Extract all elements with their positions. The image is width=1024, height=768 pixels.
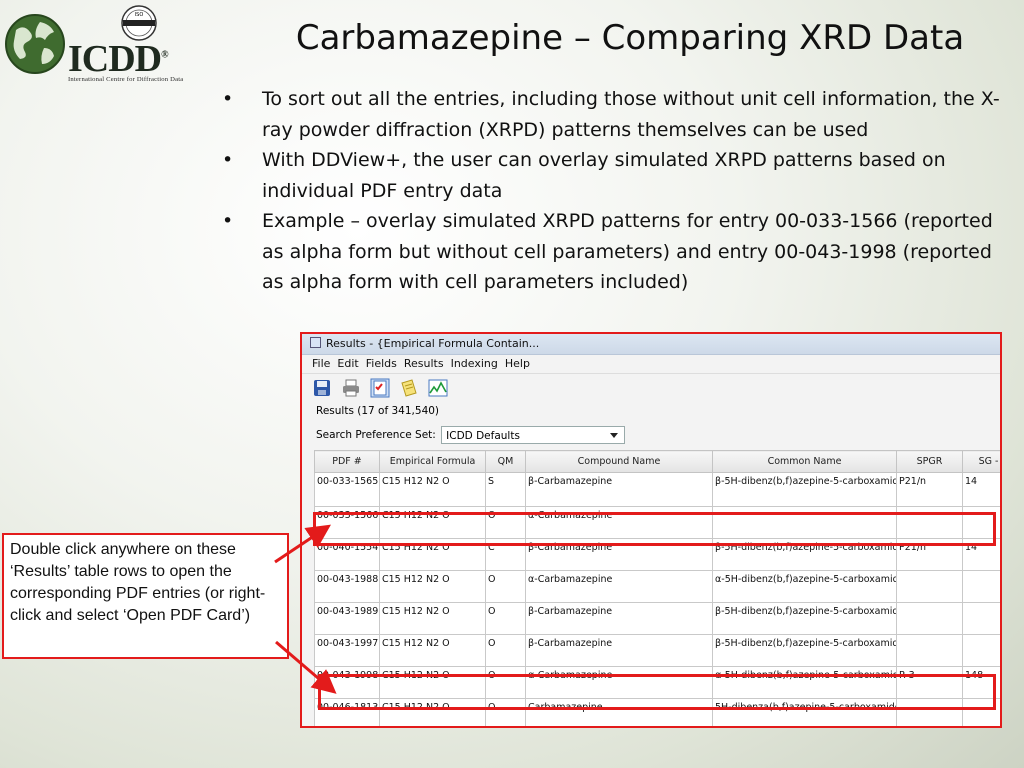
column-header-qm[interactable]: QM	[485, 450, 526, 473]
chevron-down-icon[interactable]	[610, 433, 619, 438]
table-cell: O	[485, 602, 526, 635]
window-app-icon	[310, 337, 321, 348]
menu-help[interactable]: Help	[505, 357, 530, 370]
column-header-common[interactable]: Common Name	[712, 450, 897, 473]
highlight-box-row-1998	[318, 674, 996, 710]
table-cell: β-Carbamazepine	[525, 634, 713, 667]
menu-results[interactable]: Results	[404, 357, 444, 370]
table-cell: α-Carbamazepine	[525, 570, 713, 603]
table-cell: β-Carbamazepine	[525, 602, 713, 635]
table-cell: O	[485, 570, 526, 603]
bullet-item: • To sort out all the entries, including …	[222, 84, 1012, 145]
table-cell: O	[485, 634, 526, 667]
results-count: Results (17 of 341,540)	[302, 402, 1000, 420]
table-header-row: PDF # Empirical Formula QM Compound Name…	[314, 450, 1000, 473]
preference-row: Search Preference Set: ICDD Defaults	[302, 420, 1000, 450]
bullet-marker: •	[222, 210, 234, 232]
table-cell: P21/n	[896, 472, 963, 507]
table-cell	[896, 634, 963, 667]
table-cell	[896, 602, 963, 635]
table-cell: 00-043-1988	[314, 570, 380, 603]
checklist-icon[interactable]	[370, 378, 390, 398]
table-cell: 00-043-1989	[314, 602, 380, 635]
column-header-sg[interactable]: SG -	[962, 450, 1000, 473]
notes-icon[interactable]	[399, 378, 419, 398]
table-cell: β-5H-dibenz(b,f)azepine-5-carboxamide	[712, 472, 897, 507]
menu-file[interactable]: File	[312, 357, 330, 370]
table-cell: β-5H-dibenz(b,f)azepine-5-carboxamide	[712, 602, 897, 635]
save-icon[interactable]	[312, 378, 332, 398]
column-header-compound[interactable]: Compound Name	[525, 450, 713, 473]
bullet-item: • With DDView+, the user can overlay simu…	[222, 145, 1012, 206]
instruction-callout: Double click anywhere on these ‘Results’…	[2, 533, 289, 659]
icdd-logo: ISO ICDD® International Centre for Diffr…	[4, 4, 194, 83]
menu-bar: File Edit Fields Results Indexing Help	[302, 355, 1000, 374]
column-header-formula[interactable]: Empirical Formula	[379, 450, 486, 473]
preference-set-select[interactable]: ICDD Defaults	[441, 426, 626, 444]
table-row[interactable]: 00-033-1565 C15 H12 N2 O Sβ-Carbamazepine β…	[314, 472, 1000, 507]
bullet-marker: •	[222, 149, 234, 171]
svg-text:ISO: ISO	[135, 12, 144, 18]
pattern-graph-icon[interactable]	[428, 378, 448, 398]
globe-logo-icon	[5, 14, 65, 74]
table-cell: 00-033-1565	[314, 472, 380, 507]
table-cell	[962, 602, 1000, 635]
column-header-spgr[interactable]: SPGR	[896, 450, 963, 473]
column-header-pdf[interactable]: PDF #	[314, 450, 380, 473]
table-cell: 14	[962, 472, 1000, 507]
table-cell: C15 H12 N2 O	[379, 634, 486, 667]
menu-edit[interactable]: Edit	[337, 357, 358, 370]
print-icon[interactable]	[341, 378, 361, 398]
bullet-marker: •	[222, 88, 234, 110]
menu-indexing[interactable]: Indexing	[451, 357, 498, 370]
table-cell: C15 H12 N2 O	[379, 570, 486, 603]
table-cell: S	[485, 472, 526, 507]
table-cell: C15 H12 N2 O	[379, 472, 486, 507]
table-cell: β-Carbamazepine	[525, 472, 713, 507]
table-cell	[962, 634, 1000, 667]
bullet-list: • To sort out all the entries, including …	[222, 84, 1012, 298]
menu-fields[interactable]: Fields	[366, 357, 397, 370]
logo-subtitle: International Centre for Diffraction Dat…	[68, 76, 184, 83]
preference-label: Search Preference Set:	[316, 429, 436, 441]
logo-wordmark: ICDD®	[68, 38, 169, 80]
table-cell: C15 H12 N2 O	[379, 602, 486, 635]
table-cell	[896, 570, 963, 603]
toolbar	[302, 374, 1000, 402]
window-title-bar[interactable]: Results - {Empirical Formula Contain...	[302, 334, 1000, 355]
table-cell: α-5H-dibenz(b,f)azepine-5-carboxamide	[712, 570, 897, 603]
table-row[interactable]: 00-043-1988 C15 H12 N2 O Oα-Carbamazepine α…	[314, 570, 1000, 603]
table-cell: β-5H-dibenz(b,f)azepine-5-carboxamide	[712, 634, 897, 667]
highlight-box-row-1566	[313, 512, 996, 546]
table-cell: 00-043-1997	[314, 634, 380, 667]
table-row[interactable]: 00-043-1989 C15 H12 N2 O Oβ-Carbamazepine β…	[314, 602, 1000, 635]
table-cell	[962, 570, 1000, 603]
table-row[interactable]: 00-043-1997 C15 H12 N2 O Oβ-Carbamazepine β…	[314, 634, 1000, 667]
bullet-item: • Example – overlay simulated XRPD patter…	[222, 206, 1012, 298]
slide-title: Carbamazepine – Comparing XRD Data	[295, 18, 965, 58]
